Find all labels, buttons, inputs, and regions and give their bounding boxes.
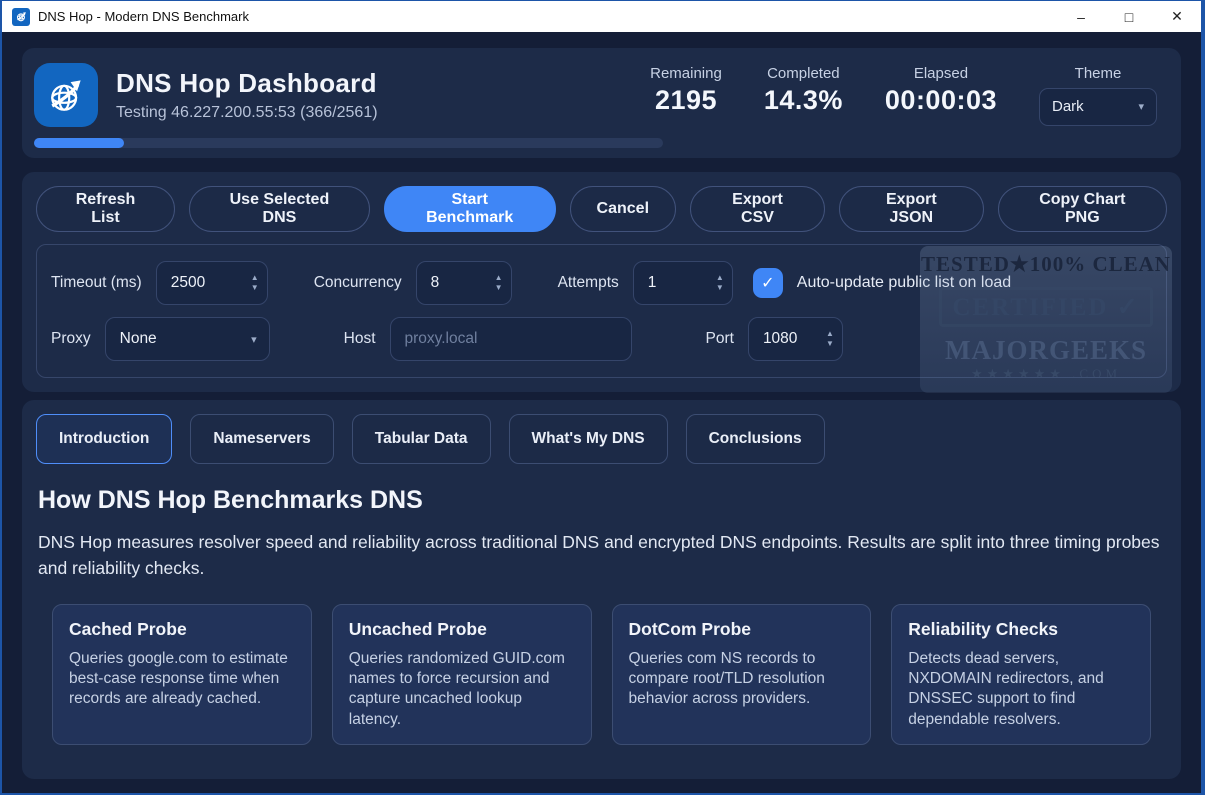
- card-body: Detects dead servers, NXDOMAIN redirecto…: [908, 649, 1134, 731]
- tab-bar: Introduction Nameservers Tabular Data Wh…: [36, 414, 1167, 464]
- dnshop-logo-icon: [34, 63, 98, 127]
- tab-conclusions[interactable]: Conclusions: [686, 414, 825, 464]
- attempts-stepper[interactable]: ▲ ▼: [633, 261, 733, 305]
- card-title: Uncached Probe: [349, 619, 575, 640]
- window-controls: – □ ✕: [1057, 1, 1201, 32]
- section-description: DNS Hop measures resolver speed and reli…: [38, 529, 1165, 582]
- concurrency-input[interactable]: [431, 274, 489, 292]
- chevron-down-icon: ▾: [251, 333, 257, 346]
- card-title: Reliability Checks: [908, 619, 1134, 640]
- proxy-label: Proxy: [51, 330, 91, 348]
- copy-chart-png-button[interactable]: Copy Chart PNG: [998, 186, 1167, 232]
- spinner-down-icon[interactable]: ▼: [495, 284, 503, 292]
- testing-status: Testing 46.227.200.55:53 (366/2561): [116, 104, 378, 122]
- stat-elapsed: Elapsed 00:00:03: [885, 65, 997, 116]
- maximize-button[interactable]: □: [1105, 1, 1153, 32]
- cancel-button[interactable]: Cancel: [570, 186, 676, 232]
- attempts-label: Attempts: [558, 274, 619, 292]
- card-body: Queries randomized GUID.com names to for…: [349, 649, 575, 731]
- card-title: DotCom Probe: [629, 619, 855, 640]
- minimize-button[interactable]: –: [1057, 1, 1105, 32]
- card-body: Queries google.com to estimate best-case…: [69, 649, 295, 710]
- spinner-up-icon[interactable]: ▲: [826, 330, 834, 338]
- spinner-up-icon[interactable]: ▲: [251, 274, 259, 282]
- card-uncached-probe: Uncached Probe Queries randomized GUID.c…: [332, 604, 592, 746]
- card-body: Queries com NS records to compare root/T…: [629, 649, 855, 710]
- host-label: Host: [344, 330, 376, 348]
- section-heading: How DNS Hop Benchmarks DNS: [38, 486, 1165, 515]
- card-dotcom-probe: DotCom Probe Queries com NS records to c…: [612, 604, 872, 746]
- stat-completed: Completed 14.3%: [764, 65, 843, 116]
- port-input[interactable]: [763, 330, 820, 348]
- concurrency-label: Concurrency: [314, 274, 402, 292]
- app-window: DNS Hop - Modern DNS Benchmark – □ ✕: [0, 0, 1205, 795]
- timeout-label: Timeout (ms): [51, 274, 142, 292]
- port-label: Port: [706, 330, 734, 348]
- chevron-down-icon: ▾: [1138, 100, 1144, 113]
- page-title: DNS Hop Dashboard: [116, 68, 378, 99]
- timeout-input[interactable]: [171, 274, 245, 292]
- export-csv-button[interactable]: Export CSV: [690, 186, 825, 232]
- auto-update-checkbox[interactable]: ✓: [753, 268, 783, 298]
- spinner-up-icon[interactable]: ▲: [716, 274, 724, 282]
- toolbar-buttons: Refresh List Use Selected DNS Start Benc…: [36, 186, 1167, 232]
- progress-bar: [34, 138, 663, 148]
- header-panel: DNS Hop Dashboard Testing 46.227.200.55:…: [22, 48, 1181, 158]
- content-panel: Introduction Nameservers Tabular Data Wh…: [22, 400, 1181, 779]
- export-json-button[interactable]: Export JSON: [839, 186, 984, 232]
- spinner-down-icon[interactable]: ▼: [251, 284, 259, 292]
- title-bar: DNS Hop - Modern DNS Benchmark – □ ✕: [2, 0, 1201, 32]
- card-title: Cached Probe: [69, 619, 295, 640]
- attempts-input[interactable]: [648, 274, 710, 292]
- start-benchmark-button[interactable]: Start Benchmark: [384, 186, 556, 232]
- use-selected-dns-button[interactable]: Use Selected DNS: [189, 186, 370, 232]
- card-reliability-checks: Reliability Checks Detects dead servers,…: [891, 604, 1151, 746]
- stat-remaining: Remaining 2195: [650, 65, 722, 116]
- theme-dropdown[interactable]: Dark ▾: [1039, 88, 1157, 126]
- auto-update-label[interactable]: Auto-update public list on load: [797, 274, 1011, 292]
- progress-fill: [34, 138, 124, 148]
- timeout-stepper[interactable]: ▲ ▼: [156, 261, 268, 305]
- theme-control: Theme Dark ▾: [1039, 65, 1157, 126]
- app-logo-icon: [12, 8, 30, 26]
- proxy-dropdown[interactable]: None ▾: [105, 317, 270, 361]
- check-icon: ✓: [761, 273, 774, 293]
- tab-introduction[interactable]: Introduction: [36, 414, 172, 464]
- close-button[interactable]: ✕: [1153, 1, 1201, 32]
- toolbar-panel: Refresh List Use Selected DNS Start Benc…: [22, 172, 1181, 392]
- tab-nameservers[interactable]: Nameservers: [190, 414, 333, 464]
- concurrency-stepper[interactable]: ▲ ▼: [416, 261, 512, 305]
- stats-row: Remaining 2195 Completed 14.3% Elapsed 0…: [650, 65, 1157, 126]
- port-stepper[interactable]: ▲ ▼: [748, 317, 843, 361]
- spinner-down-icon[interactable]: ▼: [716, 284, 724, 292]
- spinner-up-icon[interactable]: ▲: [495, 274, 503, 282]
- card-cached-probe: Cached Probe Queries google.com to estim…: [52, 604, 312, 746]
- spinner-down-icon[interactable]: ▼: [826, 340, 834, 348]
- window-title: DNS Hop - Modern DNS Benchmark: [38, 9, 249, 24]
- refresh-list-button[interactable]: Refresh List: [36, 186, 175, 232]
- tab-whats-my-dns[interactable]: What's My DNS: [509, 414, 668, 464]
- host-input[interactable]: [390, 317, 632, 361]
- tab-tabular-data[interactable]: Tabular Data: [352, 414, 491, 464]
- probe-cards: Cached Probe Queries google.com to estim…: [52, 604, 1151, 746]
- main-area: DNS Hop Dashboard Testing 46.227.200.55:…: [2, 32, 1201, 793]
- settings-group: Timeout (ms) ▲ ▼ Concurrency ▲: [36, 244, 1167, 378]
